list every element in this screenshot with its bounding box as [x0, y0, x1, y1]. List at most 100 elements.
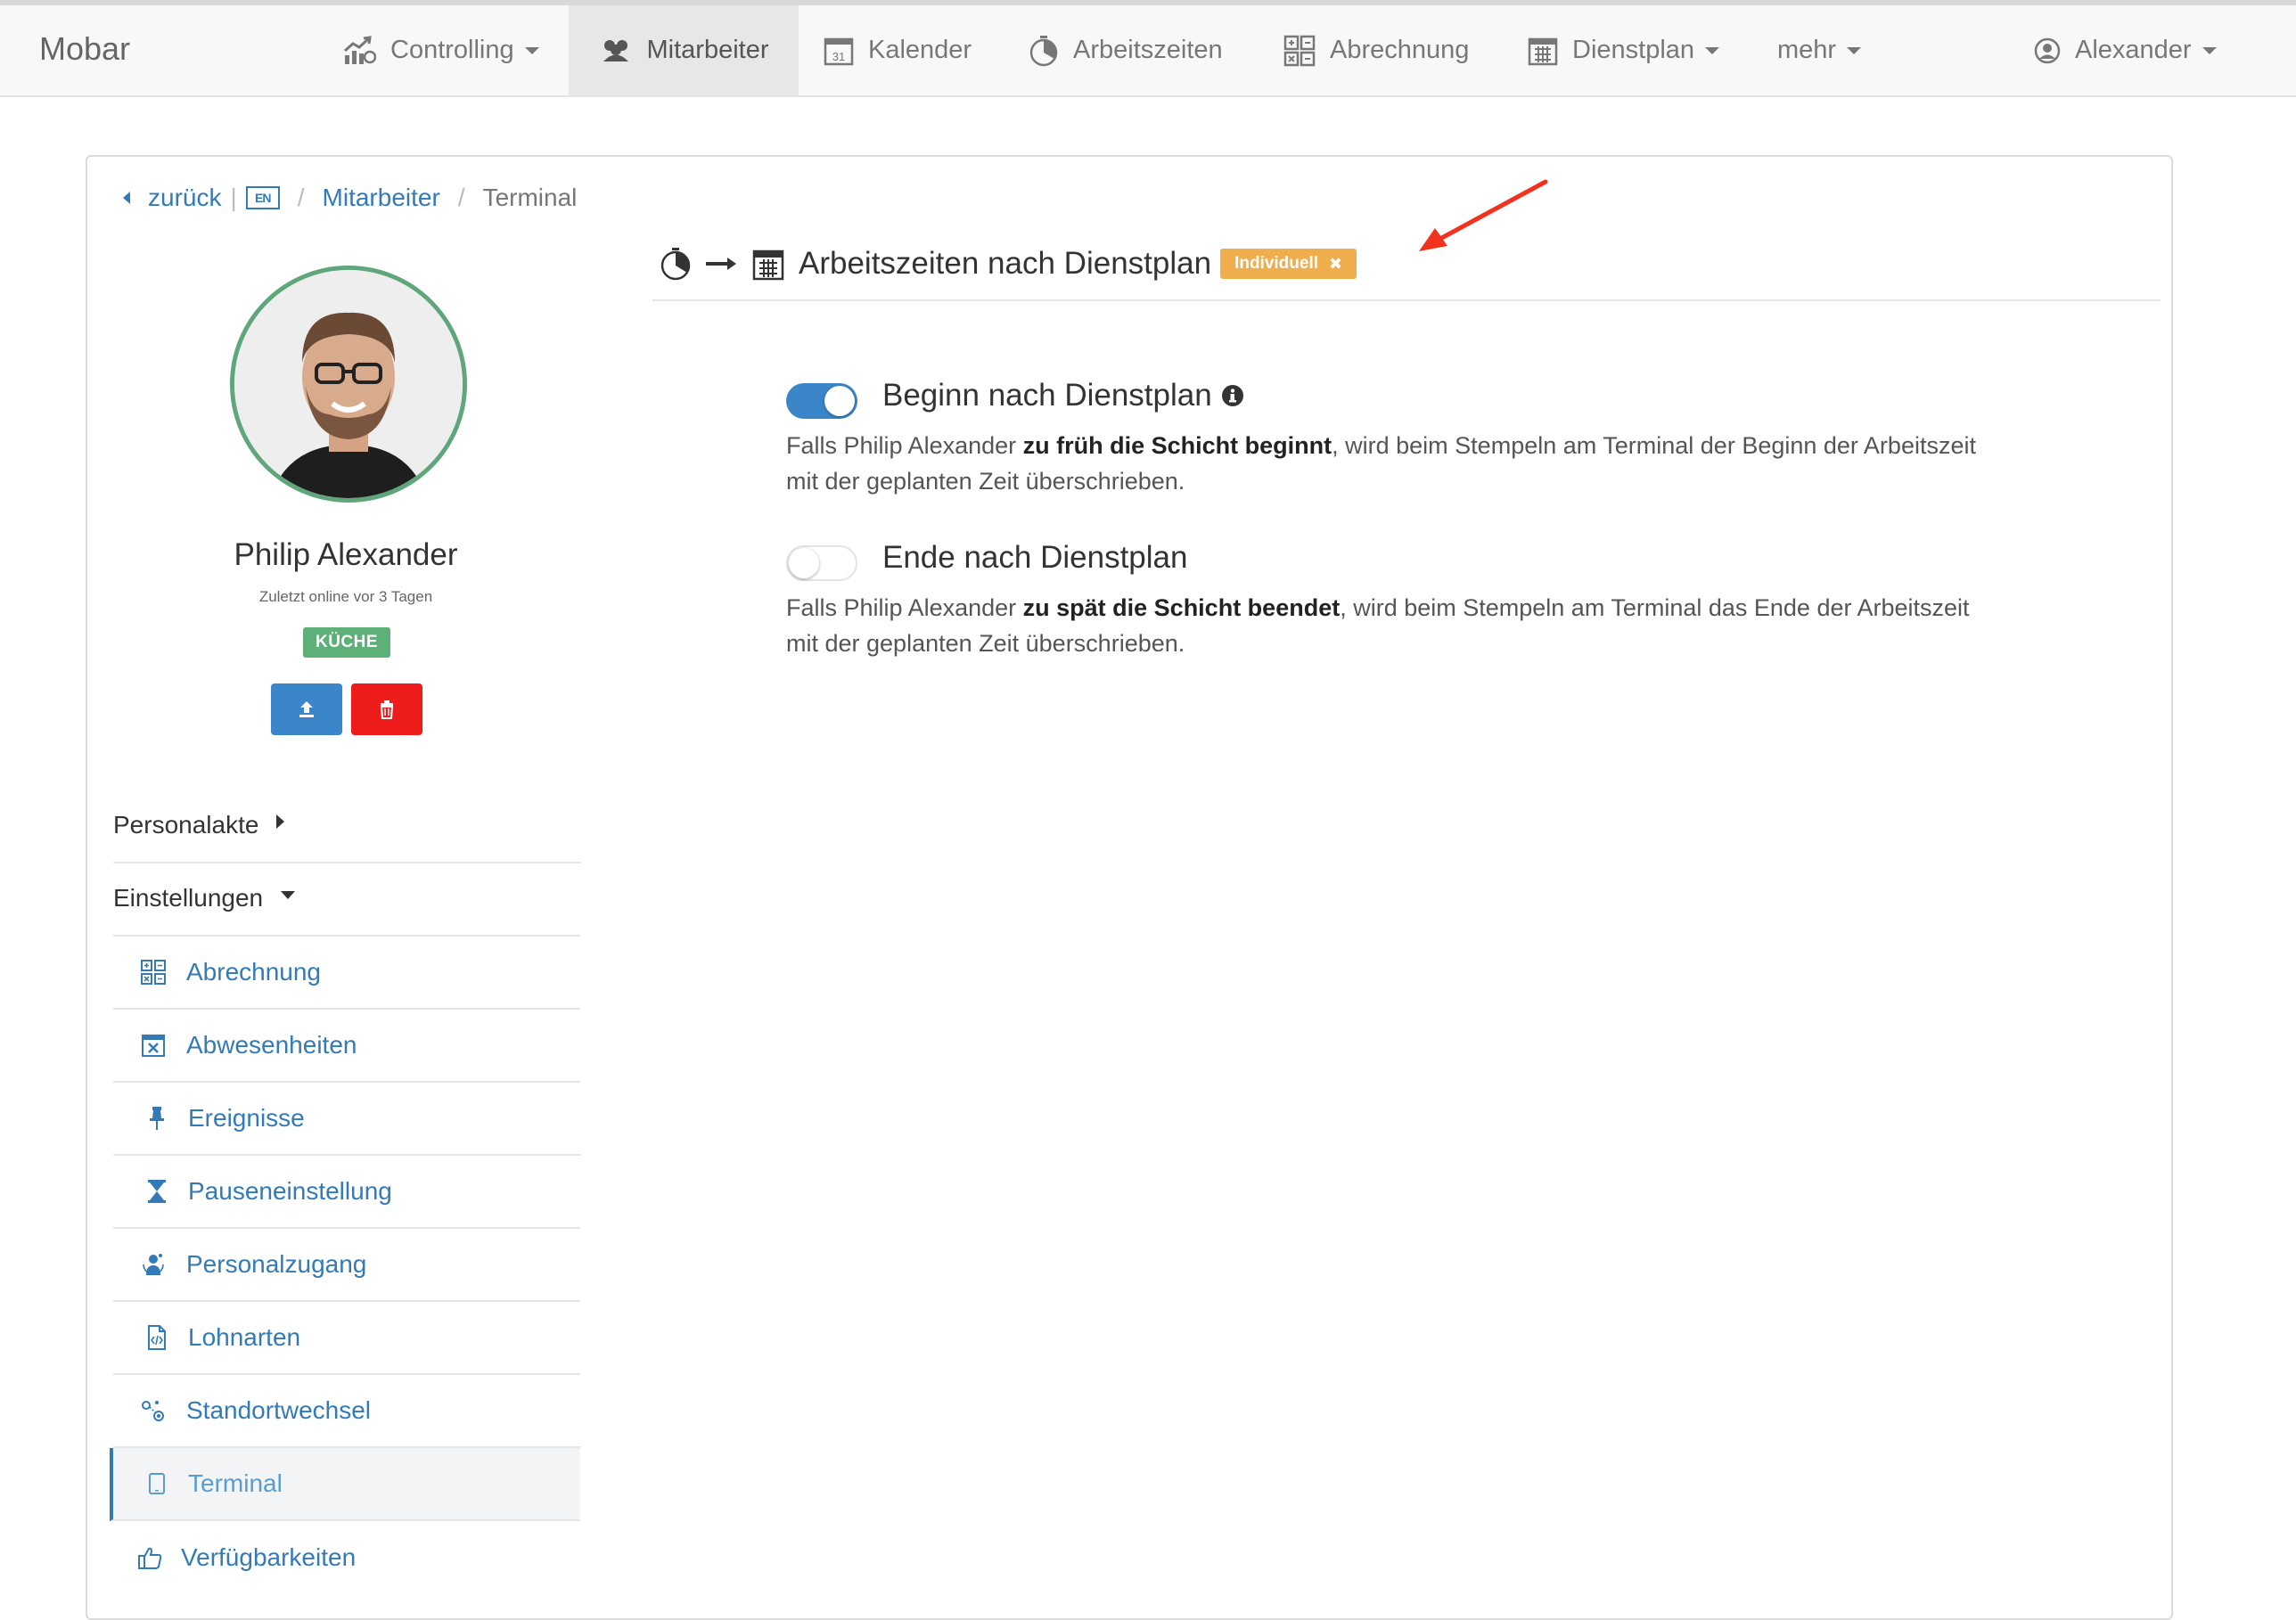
chevron-down-icon [524, 46, 539, 54]
delete-button[interactable] [351, 683, 422, 735]
breadcrumb-separator: / [457, 184, 465, 211]
setting-desc-emphasis: zu spät die Schicht beendet [1022, 594, 1341, 621]
setting-title-beginn: Beginn nach Dienstplan [882, 378, 1244, 413]
calendar-x-icon [140, 1032, 167, 1059]
stopwatch-icon [1029, 35, 1058, 66]
menu-personalakte[interactable]: Personalakte [113, 789, 580, 863]
location-change-icon [140, 1397, 167, 1424]
user-circle-icon [2034, 37, 2061, 63]
nav-mehr[interactable]: mehr [1777, 5, 1862, 95]
schedule-icon [752, 250, 784, 281]
brand-logo[interactable]: Mobar [39, 30, 130, 68]
nav-dienstplan-label: Dienstplan [1572, 36, 1695, 64]
toggle-beginn-nach-dienstplan[interactable] [786, 383, 857, 419]
menu-item-abrechnung[interactable]: Abrechnung [113, 937, 580, 1010]
menu-item-personalzugang[interactable]: Personalzugang [113, 1229, 580, 1302]
document-code-icon [147, 1324, 167, 1351]
accounting-icon [140, 959, 167, 986]
menu-item-label: Terminal [188, 1469, 283, 1497]
nav-abrechnung[interactable]: Abrechnung [1283, 5, 1469, 95]
back-link[interactable]: zurück [148, 184, 221, 212]
calendar-31-icon: 31 [824, 37, 854, 65]
controlling-icon [344, 35, 376, 64]
department-badge: KÜCHE [303, 627, 390, 658]
toggle-knob [789, 548, 819, 578]
svg-text:31: 31 [832, 50, 845, 63]
menu-item-ereignisse[interactable]: Ereignisse [113, 1083, 580, 1156]
menu-item-label: Pauseneinstellung [188, 1177, 392, 1205]
stopwatch-icon [660, 248, 691, 281]
menu-item-label: Verfügbarkeiten [181, 1543, 357, 1571]
nav-controlling[interactable]: Controlling [342, 5, 539, 95]
nav-kalender-label: Kalender [868, 36, 972, 64]
close-icon[interactable]: ✖ [1329, 249, 1342, 279]
menu-einstellungen-label: Einstellungen [113, 884, 264, 912]
pin-icon [147, 1105, 167, 1132]
menu-item-label: Abrechnung [186, 958, 322, 986]
setting-title-ende: Ende nach Dienstplan [882, 540, 1187, 576]
nav-abrechnung-label: Abrechnung [1330, 36, 1470, 64]
menu-item-label: Ereignisse [188, 1104, 305, 1132]
nav-kalender[interactable]: 31 Kalender [824, 5, 972, 95]
menu-item-label: Personalzugang [186, 1250, 367, 1278]
menu-einstellungen[interactable]: Einstellungen [113, 862, 580, 937]
chevron-left-icon [123, 192, 130, 204]
language-flag-icon[interactable]: EN [245, 186, 280, 209]
setting-title-ende-label: Ende nach Dienstplan [882, 540, 1188, 575]
caret-down-icon [281, 890, 296, 899]
breadcrumb-pipe: | [230, 184, 237, 211]
nav-user-label: Alexander [2075, 36, 2192, 64]
nav-user-menu[interactable]: Alexander [2034, 5, 2217, 95]
toggle-knob [824, 386, 855, 416]
nav-controlling-label: Controlling [390, 36, 514, 64]
info-icon[interactable] [1221, 384, 1244, 407]
profile-photo [234, 270, 463, 498]
tablet-icon [147, 1470, 167, 1497]
menu-personalakte-label: Personalakte [113, 811, 259, 839]
employees-icon [603, 39, 628, 61]
menu-item-standortwechsel[interactable]: Standortwechsel [113, 1375, 580, 1448]
setting-desc-emphasis: zu früh die Schicht beginnt [1022, 432, 1332, 459]
chevron-down-icon [2202, 46, 2217, 54]
nav-dienstplan[interactable]: Dienstplan [1528, 5, 1720, 95]
chevron-down-icon [1705, 46, 1720, 54]
upload-icon [299, 701, 314, 717]
menu-item-lohnarten[interactable]: Lohnarten [113, 1302, 580, 1375]
menu-item-label: Abwesenheiten [186, 1031, 357, 1059]
breadcrumb: zurück | EN / Mitarbeiter / Terminal [123, 180, 577, 216]
person-access-icon [140, 1251, 167, 1278]
last-online-text: Zuletzt online vor 3 Tagen [258, 588, 433, 605]
divider [652, 299, 2161, 301]
nav-mitarbeiter[interactable]: Mitarbeiter [569, 5, 799, 95]
schedule-icon [1528, 37, 1558, 65]
individual-tag[interactable]: Individuell ✖ [1220, 249, 1357, 279]
menu-item-verfuegbarkeiten[interactable]: Verfügbarkeiten [113, 1521, 580, 1594]
menu-item-terminal[interactable]: Terminal [110, 1448, 580, 1521]
caret-right-icon [276, 814, 285, 829]
menu-item-label: Lohnarten [188, 1323, 301, 1351]
accounting-icon [1283, 35, 1316, 66]
setting-title-beginn-label: Beginn nach Dienstplan [882, 378, 1212, 413]
menu-item-label: Standortwechsel [186, 1396, 372, 1424]
chevron-down-icon [1847, 46, 1862, 54]
breadcrumb-terminal: Terminal [482, 184, 578, 211]
trash-icon [380, 700, 394, 719]
avatar[interactable] [230, 266, 467, 503]
toggle-ende-nach-dienstplan[interactable] [786, 545, 857, 581]
menu-item-abwesenheiten[interactable]: Abwesenheiten [113, 1010, 580, 1083]
upload-photo-button[interactable] [271, 683, 342, 735]
nav-arbeitszeiten[interactable]: Arbeitszeiten [1029, 5, 1223, 95]
nav-mitarbeiter-label: Mitarbeiter [646, 36, 769, 64]
nav-mehr-label: mehr [1777, 36, 1837, 64]
hourglass-icon [147, 1178, 167, 1205]
individual-tag-label: Individuell [1234, 254, 1319, 273]
section-header: Arbeitszeiten nach Dienstplan Individuel… [660, 239, 1357, 289]
top-navbar: Mobar Controlling Mitarbeiter 31 Kalende… [0, 5, 2296, 97]
menu-item-pauseneinstellung[interactable]: Pauseneinstellung [113, 1156, 580, 1229]
profile-name: Philip Alexander [234, 537, 458, 572]
breadcrumb-mitarbeiter[interactable]: Mitarbeiter [323, 184, 440, 212]
setting-desc-ende: Falls Philip Alexander zu spät die Schic… [786, 594, 1970, 657]
breadcrumb-separator: / [297, 184, 305, 211]
nav-arbeitszeiten-label: Arbeitszeiten [1073, 36, 1223, 64]
arrow-right-icon [706, 258, 736, 270]
